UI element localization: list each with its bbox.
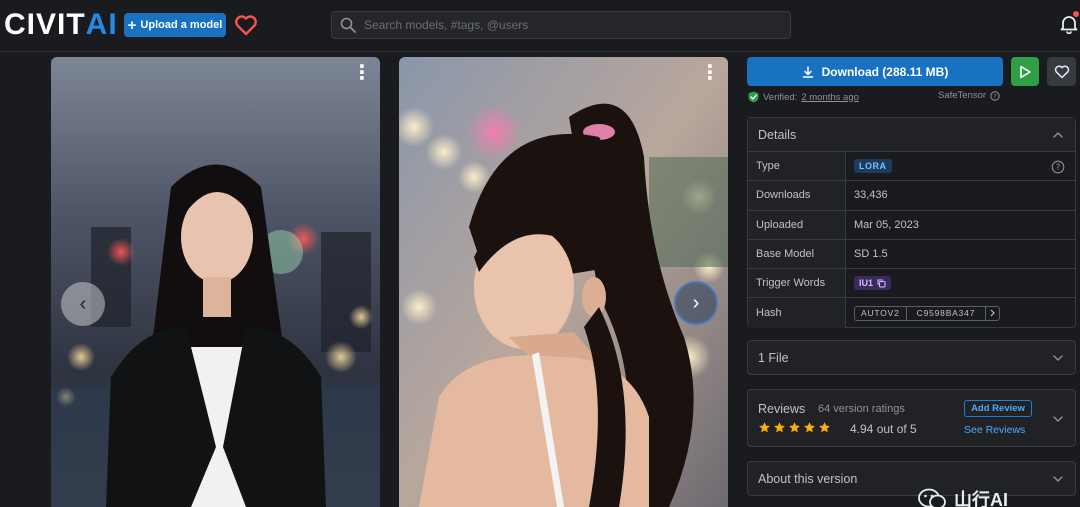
image-menu-button-2[interactable]: ⋮ (700, 63, 720, 83)
image-menu-button-1[interactable]: ⋮ (352, 63, 372, 83)
chevron-down-icon (1053, 416, 1063, 422)
notification-dot (1073, 11, 1079, 17)
detail-key: Uploaded (748, 210, 846, 239)
hash-value[interactable]: C9598BA347 (907, 306, 987, 320)
hash-algorithm[interactable]: AUTOV2 (855, 306, 907, 320)
detail-row-hash: Hash AUTOV2 C9598BA347 (748, 298, 1075, 328)
files-panel[interactable]: 1 File (747, 340, 1076, 375)
uploaded-value: Mar 05, 2023 (854, 218, 919, 231)
safetensor-text: SafeTensor (938, 90, 987, 101)
star-icon (774, 422, 785, 433)
star-icon (759, 422, 770, 433)
chevron-right-icon (990, 309, 996, 317)
detail-row-type: Type LORA ? (748, 152, 1075, 182)
favorite-button[interactable] (1047, 57, 1076, 86)
carousel-prev-button[interactable]: ‹ (61, 282, 105, 326)
svg-text:?: ? (993, 92, 996, 100)
safetensor-label: SafeTensor ? (938, 90, 1000, 101)
plus-icon: + (127, 16, 137, 34)
details-title: Details (758, 127, 797, 142)
help-icon[interactable]: ? (1051, 160, 1065, 174)
heart-icon[interactable] (234, 14, 258, 36)
rating-score: 4.94 out of 5 (850, 422, 917, 436)
see-reviews-link[interactable]: See Reviews (964, 424, 1025, 436)
search-icon (340, 17, 356, 33)
detail-key: Downloads (748, 181, 846, 210)
upload-model-label: Upload a model (140, 19, 223, 31)
base-model-value: SD 1.5 (854, 248, 888, 261)
logo-ai: AI (85, 8, 118, 41)
search-input[interactable] (364, 18, 764, 32)
portrait-image-2 (399, 57, 728, 507)
download-icon (802, 65, 813, 78)
reviews-title: Reviews (758, 402, 806, 416)
upload-model-button[interactable]: + Upload a model (124, 13, 226, 37)
carousel-next-button[interactable]: › (674, 281, 718, 325)
detail-row-trigger-words: Trigger Words IU1 (748, 269, 1075, 299)
chevron-down-icon (1053, 475, 1063, 482)
chevron-right-icon: › (692, 291, 700, 314)
detail-row-base-model: Base Model SD 1.5 (748, 239, 1075, 270)
hash-box[interactable]: AUTOV2 C9598BA347 (854, 305, 1001, 321)
star-icon (819, 422, 830, 433)
wechat-icon (918, 488, 946, 507)
chevron-left-icon: ‹ (79, 292, 87, 315)
help-icon[interactable]: ? (990, 90, 1000, 101)
preview-image-2[interactable]: ⋮ (399, 57, 728, 507)
run-model-button[interactable] (1011, 57, 1039, 86)
files-label: 1 File (758, 350, 789, 365)
download-button[interactable]: Download (288.11 MB) (747, 57, 1003, 86)
play-icon (1020, 65, 1031, 78)
detail-key: Base Model (748, 239, 846, 269)
about-version-panel[interactable]: About this version (747, 461, 1076, 496)
portrait-image-1 (51, 57, 380, 507)
chevron-up-icon (1053, 131, 1063, 138)
logo-civit: CIVIT (4, 8, 86, 41)
reviews-panel[interactable]: Reviews 64 version ratings 4.94 out of 5… (747, 389, 1076, 447)
civitai-logo[interactable]: CIVIT AI (4, 8, 118, 41)
ratings-count: 64 version ratings (818, 403, 905, 415)
type-badge: LORA (854, 159, 892, 174)
watermark-text: 山行AI (954, 490, 1008, 507)
top-header: CIVIT AI + Upload a model (0, 0, 1080, 52)
search-bar[interactable] (331, 11, 791, 39)
trigger-word-text: IU1 (859, 278, 874, 289)
bell-icon[interactable] (1060, 14, 1078, 34)
trigger-word-badge[interactable]: IU1 (854, 276, 892, 291)
svg-text:?: ? (1056, 163, 1061, 173)
watermark: 山行AI (918, 486, 1008, 507)
verified-line: Verified: 2 months ago SafeTensor ? (748, 90, 1078, 104)
preview-image-1[interactable]: ⋮ (51, 57, 380, 507)
detail-row-uploaded: Uploaded Mar 05, 2023 (748, 210, 1075, 240)
about-label: About this version (758, 471, 858, 486)
detail-key: Hash (748, 298, 846, 328)
heart-outline-icon (1054, 65, 1069, 78)
download-label: Download (288.11 MB) (821, 64, 949, 79)
verified-prefix: Verified: (763, 91, 798, 103)
hash-next-button[interactable] (986, 307, 999, 320)
shield-check-icon (748, 91, 759, 103)
detail-key: Trigger Words (748, 269, 846, 298)
rating-stars (758, 421, 831, 434)
downloads-value: 33,436 (854, 189, 888, 202)
star-icon (804, 422, 815, 433)
verified-date-link[interactable]: 2 months ago (801, 92, 859, 103)
copy-icon (877, 279, 886, 288)
add-review-button[interactable]: Add Review (964, 400, 1032, 417)
detail-row-downloads: Downloads 33,436 (748, 181, 1075, 211)
details-header[interactable]: Details (748, 118, 1075, 152)
detail-key: Type (748, 152, 846, 181)
chevron-down-icon (1053, 354, 1063, 361)
star-icon (789, 422, 800, 433)
details-panel: Details Type LORA ? Downloads 33,436 Upl… (747, 117, 1076, 328)
